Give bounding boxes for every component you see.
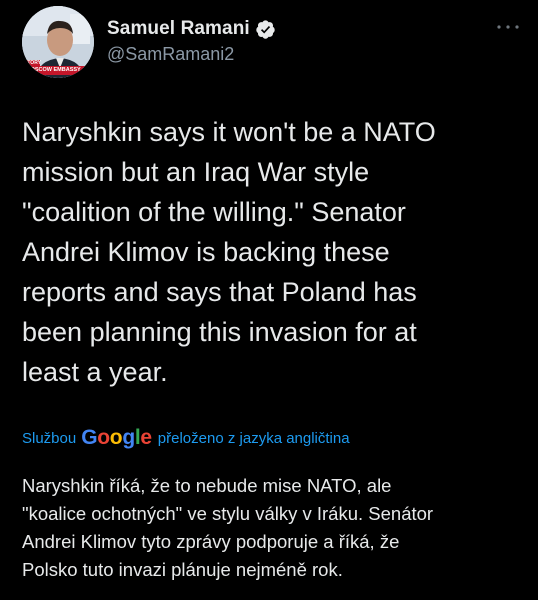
tweet-card: STORY MOSCOW EMBASSY Samuel Ramani @SamR…	[0, 0, 538, 600]
user-block: Samuel Ramani @SamRamani2	[107, 16, 276, 65]
more-options-icon[interactable]	[494, 20, 522, 34]
display-name[interactable]: Samuel Ramani	[107, 18, 250, 40]
verified-badge-icon	[256, 19, 275, 39]
avatar-tag: STORY	[24, 60, 41, 66]
display-name-row: Samuel Ramani	[107, 16, 276, 42]
translation-attribution[interactable]: Službou Google přeloženo z jazyka anglič…	[22, 424, 350, 452]
avatar-caption: MOSCOW EMBASSY	[26, 67, 81, 73]
tweet-text: Naryshkin says it won't be a NATO missio…	[22, 117, 436, 387]
google-logo: Google	[81, 426, 152, 449]
translated-text: Naryshkin říká, že to nebude mise NATO, …	[22, 475, 434, 580]
avatar[interactable]: STORY MOSCOW EMBASSY	[22, 6, 94, 78]
translation-suffix: přeloženo z jazyka angličtina	[157, 429, 350, 447]
user-handle[interactable]: @SamRamani2	[107, 44, 276, 65]
tweet-header: STORY MOSCOW EMBASSY Samuel Ramani @SamR…	[22, 6, 522, 78]
translation-prefix: Službou	[22, 429, 77, 447]
